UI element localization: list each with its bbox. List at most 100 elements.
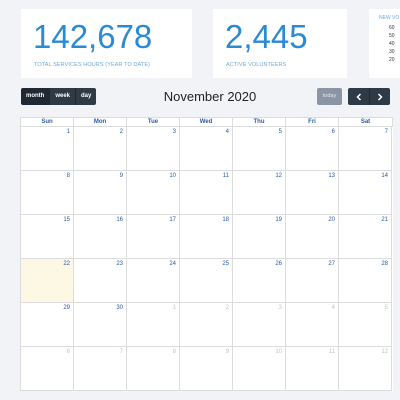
day-number[interactable]: 16 — [116, 217, 123, 223]
calendar-day-cell[interactable]: 26 — [233, 259, 286, 303]
day-number[interactable]: 9 — [120, 173, 123, 179]
day-number[interactable]: 29 — [63, 305, 70, 311]
stat-card-active-volunteers: 2,445 ACTIVE VOLUNTEERS — [213, 9, 347, 78]
calendar-day-cell[interactable]: 18 — [180, 215, 233, 259]
calendar-day-cell[interactable]: 11 — [180, 171, 233, 215]
day-number[interactable]: 1 — [67, 129, 70, 135]
day-number[interactable]: 4 — [332, 305, 335, 311]
calendar-day-cell[interactable]: 2 — [180, 303, 233, 347]
calendar-day-cell[interactable]: 14 — [339, 171, 392, 215]
stat-card-service-hours: 142,678 TOTAL SERVICES HOURS (YEAR TO DA… — [21, 9, 192, 78]
calendar-week-row: 1 2 3 4 5 6 7 — [20, 127, 393, 171]
calendar-day-cell[interactable]: 7 — [74, 347, 127, 391]
day-number[interactable]: 30 — [116, 305, 123, 311]
day-number[interactable]: 8 — [173, 349, 176, 355]
calendar-day-cell[interactable]: 15 — [21, 215, 74, 259]
calendar-day-cell[interactable]: 8 — [127, 347, 180, 391]
calendar-day-cell[interactable]: 13 — [286, 171, 339, 215]
calendar-week-row: 15 16 17 18 19 20 21 — [20, 215, 393, 259]
day-number[interactable]: 12 — [275, 173, 282, 179]
prev-month-button[interactable] — [348, 88, 369, 105]
day-number[interactable]: 17 — [169, 217, 176, 223]
day-number[interactable]: 18 — [222, 217, 229, 223]
week-view-button[interactable]: week — [50, 88, 77, 105]
calendar-day-cell[interactable]: 3 — [233, 303, 286, 347]
day-number[interactable]: 25 — [222, 261, 229, 267]
calendar-day-cell[interactable]: 23 — [74, 259, 127, 303]
day-number[interactable]: 3 — [173, 129, 176, 135]
day-number[interactable]: 2 — [120, 129, 123, 135]
calendar-day-cell[interactable]: 21 — [339, 215, 392, 259]
calendar-day-cell[interactable]: 28 — [339, 259, 392, 303]
today-button[interactable]: today — [317, 88, 342, 105]
weekday-label: Wed — [180, 118, 233, 126]
calendar-day-cell[interactable]: 1 — [21, 127, 74, 171]
day-number[interactable]: 20 — [328, 217, 335, 223]
day-number[interactable]: 9 — [226, 349, 229, 355]
day-number[interactable]: 24 — [169, 261, 176, 267]
day-number[interactable]: 10 — [169, 173, 176, 179]
weekday-label: Sat — [360, 119, 371, 125]
day-number[interactable]: 26 — [275, 261, 282, 267]
calendar-day-cell[interactable]: 10 — [127, 171, 180, 215]
next-month-button[interactable] — [369, 88, 390, 105]
day-number[interactable]: 11 — [223, 173, 229, 179]
day-number[interactable]: 10 — [275, 349, 282, 355]
day-number[interactable]: 15 — [63, 217, 70, 223]
calendar-day-cell[interactable]: 12 — [339, 347, 392, 391]
day-number[interactable]: 6 — [332, 129, 335, 135]
calendar-day-cell[interactable]: 9 — [180, 347, 233, 391]
day-number[interactable]: 3 — [279, 305, 282, 311]
calendar-day-cell[interactable]: 20 — [286, 215, 339, 259]
calendar-day-cell[interactable]: 29 — [21, 303, 74, 347]
day-number[interactable]: 5 — [279, 129, 282, 135]
calendar-week-row: 8 9 10 11 12 13 14 — [20, 171, 393, 215]
calendar-day-cell[interactable]: 24 — [127, 259, 180, 303]
y-tick-label: 50 — [389, 33, 395, 39]
calendar-day-cell[interactable]: 17 — [127, 215, 180, 259]
day-number[interactable]: 19 — [275, 217, 282, 223]
calendar-day-cell[interactable]: 9 — [74, 171, 127, 215]
calendar-day-cell[interactable]: 4 — [180, 127, 233, 171]
calendar-day-cell-today[interactable]: 22 — [21, 259, 74, 303]
day-view-button[interactable]: day — [76, 88, 97, 105]
day-number[interactable]: 7 — [120, 349, 123, 355]
day-number[interactable]: 28 — [381, 261, 388, 267]
day-number[interactable]: 22 — [63, 261, 70, 267]
calendar-day-cell[interactable]: 12 — [233, 171, 286, 215]
calendar-day-cell[interactable]: 5 — [339, 303, 392, 347]
day-number[interactable]: 1 — [173, 305, 176, 311]
calendar-day-cell[interactable]: 6 — [21, 347, 74, 391]
day-number[interactable]: 6 — [67, 349, 70, 355]
calendar-day-cell[interactable]: 8 — [21, 171, 74, 215]
calendar-day-cell[interactable]: 3 — [127, 127, 180, 171]
calendar-day-cell[interactable]: 19 — [233, 215, 286, 259]
calendar-week-row: 29 30 1 2 3 4 5 — [20, 303, 393, 347]
calendar-day-cell[interactable]: 11 — [286, 347, 339, 391]
day-number[interactable]: 11 — [329, 349, 335, 355]
calendar-day-cell[interactable]: 2 — [74, 127, 127, 171]
day-number[interactable]: 21 — [381, 217, 388, 223]
calendar-day-cell[interactable]: 25 — [180, 259, 233, 303]
calendar-day-cell[interactable]: 30 — [74, 303, 127, 347]
day-number[interactable]: 23 — [116, 261, 123, 267]
day-number[interactable]: 27 — [328, 261, 335, 267]
calendar-day-cell[interactable]: 16 — [74, 215, 127, 259]
weekday-label: Thu — [233, 118, 286, 126]
calendar-day-cell[interactable]: 7 — [339, 127, 392, 171]
day-number[interactable]: 14 — [381, 173, 388, 179]
calendar-day-cell[interactable]: 1 — [127, 303, 180, 347]
day-number[interactable]: 7 — [385, 129, 388, 135]
day-number[interactable]: 13 — [328, 173, 335, 179]
calendar-day-cell[interactable]: 5 — [233, 127, 286, 171]
day-number[interactable]: 2 — [226, 305, 229, 311]
calendar-day-cell[interactable]: 6 — [286, 127, 339, 171]
day-number[interactable]: 12 — [381, 349, 388, 355]
day-number[interactable]: 5 — [385, 305, 388, 311]
month-view-button[interactable]: month — [21, 88, 51, 105]
day-number[interactable]: 4 — [226, 129, 229, 135]
calendar-day-cell[interactable]: 10 — [233, 347, 286, 391]
calendar-day-cell[interactable]: 4 — [286, 303, 339, 347]
calendar-day-cell[interactable]: 27 — [286, 259, 339, 303]
day-number[interactable]: 8 — [67, 173, 70, 179]
